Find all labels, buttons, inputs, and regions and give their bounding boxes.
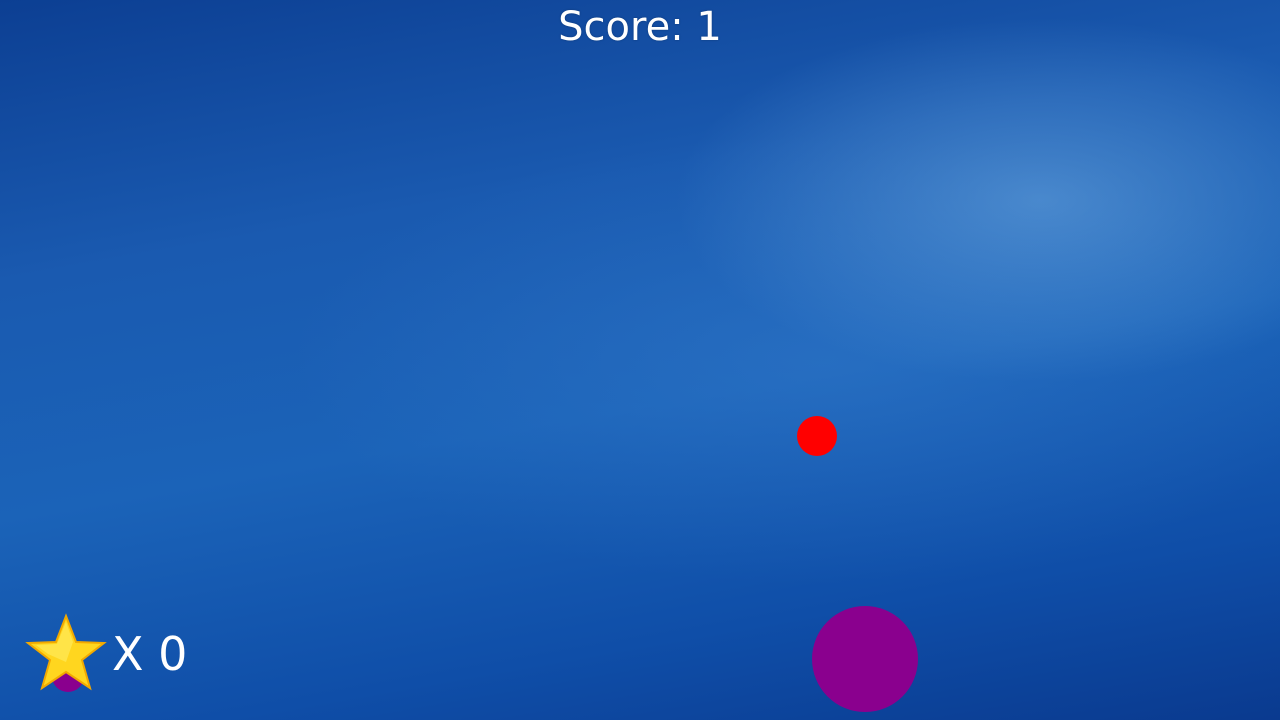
star-icon (25, 613, 107, 692)
game-canvas[interactable]: Score: 1 X 0 (0, 0, 1280, 720)
red-ball (797, 416, 837, 456)
score-label: Score: 1 (558, 4, 722, 50)
player-ball[interactable] (812, 606, 918, 712)
star-count-label: X 0 (112, 627, 188, 681)
star-counter: X 0 (24, 612, 224, 696)
